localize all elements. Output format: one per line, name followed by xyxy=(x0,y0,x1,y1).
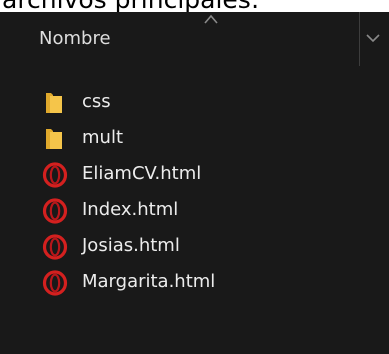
folder-icon xyxy=(46,129,62,149)
list-item[interactable]: Josias.html xyxy=(0,228,360,264)
chevron-down-icon[interactable] xyxy=(361,26,385,50)
opera-icon xyxy=(42,198,68,224)
folder-icon xyxy=(46,93,62,113)
opera-icon xyxy=(42,234,68,260)
list-item[interactable]: EliamCV.html xyxy=(0,156,360,192)
list-item[interactable]: css xyxy=(0,84,360,120)
file-name: Index.html xyxy=(82,199,179,220)
column-label-name: Nombre xyxy=(39,28,111,49)
list-item[interactable]: Margarita.html xyxy=(0,264,360,300)
file-name: Margarita.html xyxy=(82,271,216,292)
file-name: EliamCV.html xyxy=(82,163,202,184)
list-item[interactable]: Index.html xyxy=(0,192,360,228)
column-header-name[interactable]: Nombre xyxy=(23,12,360,66)
column-divider[interactable] xyxy=(359,12,360,66)
file-name: mult xyxy=(82,127,124,148)
sort-ascending-icon xyxy=(204,14,218,24)
opera-icon xyxy=(42,162,68,188)
file-explorer: Nombre css mult EliamCV.html Index.html … xyxy=(0,12,389,354)
column-header: Nombre xyxy=(0,12,389,66)
file-name: css xyxy=(82,91,111,112)
list-item[interactable]: mult xyxy=(0,120,360,156)
file-list: css mult EliamCV.html Index.html Josias.… xyxy=(0,84,389,300)
file-name: Josias.html xyxy=(82,235,180,256)
opera-icon xyxy=(42,270,68,296)
